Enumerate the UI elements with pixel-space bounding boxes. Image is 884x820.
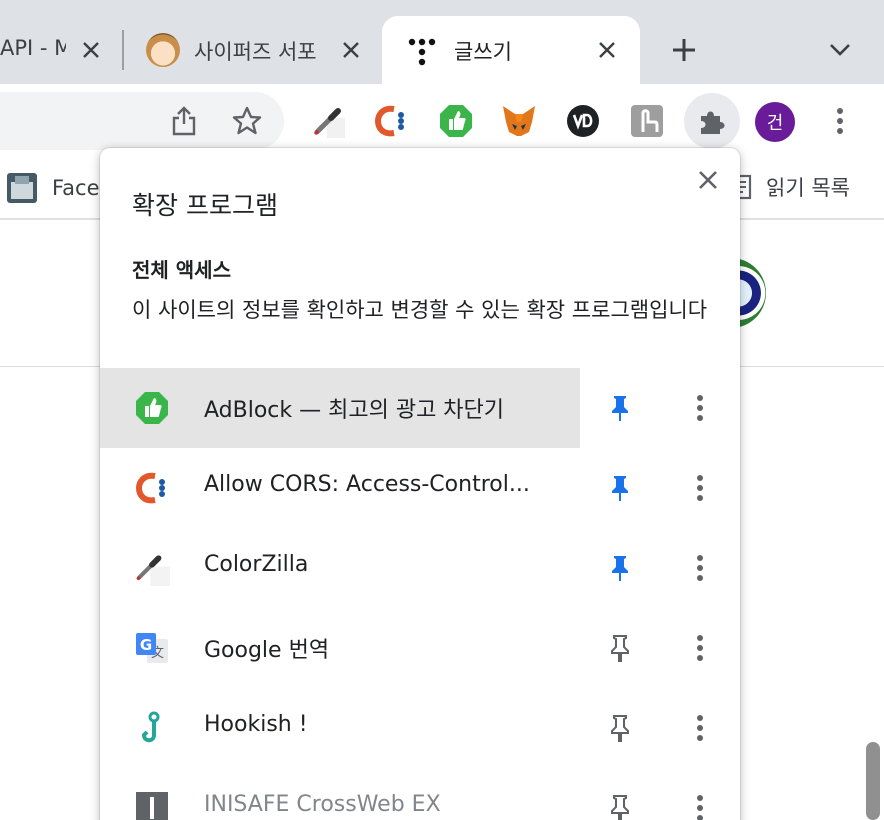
extension-row-adblock[interactable]: AdBlock — 최고의 광고 차단기 <box>100 368 740 448</box>
pin-outline-icon[interactable] <box>604 712 636 744</box>
pin-filled-icon[interactable] <box>604 472 636 504</box>
pin-filled-icon[interactable] <box>604 552 636 584</box>
tab-title: 사이퍼즈 서포 <box>194 40 317 64</box>
bookmark-label: Face <box>52 176 100 200</box>
chevron-down-icon[interactable] <box>824 34 856 66</box>
cyphers-favicon-icon <box>146 33 180 67</box>
section-title: 전체 액세스 <box>132 258 231 282</box>
section-description: 이 사이트의 정보를 확인하고 변경할 수 있는 확장 프로그램입니다 <box>132 298 708 322</box>
more-menu-icon[interactable] <box>819 100 861 142</box>
tab-api[interactable]: API - M <box>0 16 110 84</box>
more-actions-icon[interactable] <box>684 712 716 744</box>
bookmark-item[interactable]: Face <box>6 172 100 204</box>
allow-cors-icon[interactable] <box>370 100 412 142</box>
extension-row-google-translate[interactable]: 文G Google 번역 <box>100 608 740 688</box>
inisafe-icon <box>134 790 170 820</box>
tab-cyphers[interactable]: 사이퍼즈 서포 <box>136 16 372 84</box>
extension-row-allow-cors[interactable]: Allow CORS: Access-Control... <box>100 448 740 528</box>
reading-list-label: 읽기 목록 <box>766 176 850 200</box>
extension-name: Allow CORS: Access-Control... <box>204 472 530 497</box>
pin-outline-icon[interactable] <box>604 792 636 820</box>
metamask-icon[interactable] <box>498 100 540 142</box>
tab-close-icon[interactable] <box>338 37 364 63</box>
share-icon[interactable] <box>163 100 205 142</box>
hookish-icon <box>134 710 170 746</box>
tab-write[interactable]: 글쓰기 <box>382 16 640 84</box>
browser-toolbar: 건 <box>0 84 884 158</box>
more-actions-icon[interactable] <box>684 392 716 424</box>
tab-title: API - M <box>0 36 66 60</box>
tab-title: 글쓰기 <box>454 40 512 64</box>
extension-name: INISAFE CrossWeb EX <box>204 792 441 817</box>
extensions-puzzle-icon[interactable] <box>684 93 740 149</box>
pin-filled-icon[interactable] <box>604 392 636 424</box>
vd-icon[interactable] <box>562 100 604 142</box>
extensions-menu: 확장 프로그램 전체 액세스 이 사이트의 정보를 확인하고 변경할 수 있는 … <box>100 148 740 820</box>
extension-name: Google 번역 <box>204 638 330 663</box>
extension-name: Hookish ! <box>204 712 308 737</box>
new-tab-icon[interactable] <box>666 32 702 68</box>
tab-close-icon[interactable] <box>78 37 104 63</box>
profile-avatar[interactable]: 건 <box>755 102 795 142</box>
tab-strip: API - M 사이퍼즈 서포 글쓰기 <box>0 0 884 84</box>
more-actions-icon[interactable] <box>684 552 716 584</box>
close-icon[interactable] <box>692 164 724 196</box>
bookmark-star-icon[interactable] <box>226 100 268 142</box>
adblock-icon[interactable] <box>435 100 477 142</box>
more-actions-icon[interactable] <box>684 792 716 820</box>
more-actions-icon[interactable] <box>684 472 716 504</box>
tab-separator <box>122 30 124 70</box>
colorzilla-icon[interactable] <box>307 100 349 142</box>
more-actions-icon[interactable] <box>684 632 716 664</box>
bookmark-favicon-icon <box>6 172 38 204</box>
extension-name: ColorZilla <box>204 552 309 577</box>
page-scrollbar[interactable] <box>866 742 880 820</box>
colorzilla-icon <box>134 550 170 586</box>
hookish-toolbar-icon[interactable] <box>626 100 668 142</box>
extension-row-inisafe[interactable]: INISAFE CrossWeb EX <box>100 768 740 820</box>
tistory-favicon-icon <box>408 38 436 66</box>
extension-name: AdBlock — 최고의 광고 차단기 <box>204 398 505 423</box>
adblock-icon <box>134 390 170 426</box>
google-translate-icon: 文G <box>134 630 170 666</box>
popup-title: 확장 프로그램 <box>132 191 278 220</box>
tab-close-icon[interactable] <box>594 37 620 63</box>
extension-row-colorzilla[interactable]: ColorZilla <box>100 528 740 608</box>
reading-list-button[interactable]: 읽기 목록 <box>730 172 850 202</box>
svg-text:G: G <box>140 636 152 654</box>
extension-row-hookish[interactable]: Hookish ! <box>100 688 740 768</box>
pin-outline-icon[interactable] <box>604 632 636 664</box>
allow-cors-icon <box>134 470 170 506</box>
